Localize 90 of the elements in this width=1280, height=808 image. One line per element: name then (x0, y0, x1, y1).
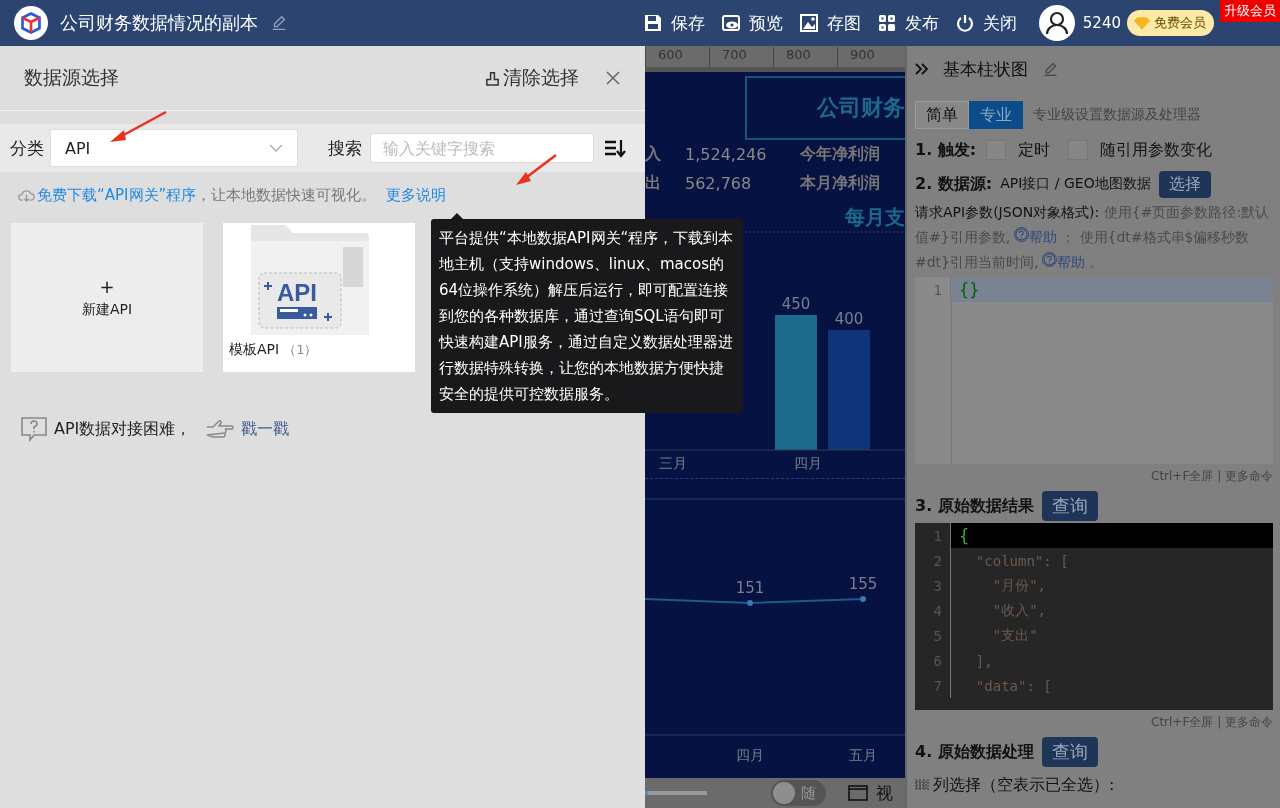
component-title: 基本柱状图 (943, 57, 1028, 81)
clear-selection-button[interactable]: 清除选择 (484, 65, 579, 91)
diamond-icon (1133, 15, 1151, 31)
template-api-card[interactable]: API 模板API （1） (223, 223, 415, 372)
edit-icon[interactable] (270, 14, 288, 32)
toolbar-button[interactable]: 预览 (712, 11, 791, 35)
code-line: "收入", (991, 600, 1047, 620)
stat-label: 今年净利润 (800, 144, 880, 165)
toolbar-icon (642, 13, 663, 33)
expand-icon[interactable] (915, 63, 929, 75)
query-button[interactable]: 查询 (1041, 491, 1098, 521)
edit-icon[interactable] (1042, 60, 1059, 78)
annotation-arrow (108, 110, 168, 144)
point-value: 155 (848, 575, 878, 593)
toolbar-icon (954, 13, 975, 33)
section-label: 1. 触发: (915, 139, 977, 161)
download-hint: 免费下载“API网关”程序，让本地数据快速可视化。 更多说明 (37, 185, 447, 205)
ruler: 600 700 800 900 (645, 46, 905, 72)
help-icon (1014, 227, 1030, 242)
annotation-arrow (514, 153, 558, 187)
toolbar-button[interactable]: 存图 (790, 11, 869, 35)
chart-title: 每月支 (844, 204, 905, 230)
toolbar-button[interactable]: 关闭 (946, 11, 1025, 35)
axis-label: 三月 (659, 455, 687, 471)
bar-value: 400 (834, 310, 864, 328)
card-title: 模板API (229, 341, 280, 357)
point-value: 151 (735, 579, 765, 597)
close-icon[interactable] (605, 70, 621, 86)
section-label: 2. 数据源: (915, 173, 993, 195)
stat-label: 本月净利润 (800, 173, 880, 194)
code-line: ], (974, 651, 994, 671)
axis-label: 五月 (849, 747, 877, 763)
slider-thumb[interactable] (645, 791, 649, 795)
toolbar-button[interactable]: 发布 (868, 11, 947, 35)
toolbar-icon (876, 13, 897, 33)
checkbox-label: 随引用参数变化 (1100, 139, 1213, 161)
axis-label: 四月 (736, 747, 764, 763)
toolbar-button[interactable]: 保存 (634, 11, 713, 35)
code-line: "支出" (991, 625, 1039, 645)
source-value: API接口 / GEO地图数据 (1000, 175, 1151, 193)
line-point (747, 600, 753, 606)
line-point (860, 596, 866, 602)
pointing-hand-icon (205, 418, 236, 440)
stat-label: 出 (645, 173, 662, 194)
toolbar-icon (720, 13, 741, 33)
toolbar-icon (798, 13, 819, 33)
section-label: 4. 原始数据处理 (915, 741, 1034, 763)
info-tooltip: 平台提供“本地数据API网关“程序，下载到本地主机（支持windows、linux、macos的64位操作系统）解压后运行，即可配置连接到您的各种数据库，通过查询SQL语句即可快速构建API服务，通过自定义数据处理器进行数据特殊转换，让您的本地数据方便快捷安全的提供可控数据服务。 (431, 219, 743, 413)
poke-link[interactable]: 戳一戳 (241, 418, 290, 440)
stat-label: 入 (645, 144, 662, 165)
stat-value: 1,524,246 (685, 145, 768, 164)
broom-icon (484, 69, 501, 87)
bar-value: 450 (781, 295, 811, 313)
checkbox-label: 定时 (1018, 139, 1051, 161)
help-text: API数据对接困难， (54, 418, 192, 440)
question-icon (20, 416, 48, 442)
query-button[interactable]: 查询 (1041, 737, 1098, 767)
columns-icon (915, 778, 929, 792)
cloud-download-icon (18, 188, 35, 202)
column-select-label: 列选择（空表示已全选）: (933, 774, 1115, 796)
search-label: 搜索 (328, 136, 362, 160)
code-line: "column": [ (974, 551, 1070, 571)
upgrade-tag[interactable]: 升级会员 (1220, 0, 1280, 22)
more-info-link[interactable]: 更多说明 (386, 185, 447, 204)
code-line: "月份", (991, 575, 1047, 595)
avatar-icon[interactable] (1038, 5, 1075, 41)
code-line: "data": [ (974, 676, 1053, 696)
card-count: （1） (283, 342, 318, 357)
help-icon (1042, 252, 1058, 267)
category-label: 分类 (10, 136, 44, 160)
tooltip-pointer (451, 213, 463, 219)
document-title: 公司财务数据情况的副本 (60, 11, 258, 35)
mode-tab[interactable]: 简单 (915, 101, 969, 129)
download-link[interactable]: 免费下载“API网关”程序 (37, 185, 197, 204)
view-label[interactable]: 视 (876, 781, 893, 805)
stat-value: 562,768 (685, 174, 753, 193)
window-icon[interactable] (848, 785, 868, 801)
member-badge[interactable]: 免费会员 (1127, 10, 1214, 36)
section-label: 3. 原始数据结果 (915, 495, 1034, 517)
new-api-card[interactable]: + 新建API (11, 223, 203, 372)
sort-icon[interactable] (604, 138, 626, 158)
axis-label: 四月 (794, 455, 822, 471)
points-count: 5240 (1082, 14, 1121, 32)
logo-icon (14, 6, 48, 40)
select-button[interactable]: 选择 (1158, 170, 1211, 198)
panel-title: 数据源选择 (24, 65, 119, 90)
category-select[interactable]: API (50, 129, 298, 167)
mode-tab[interactable]: 专业 (969, 101, 1023, 129)
search-field[interactable]: 输入关键字搜索 (370, 133, 594, 163)
caret-icon (269, 144, 283, 152)
